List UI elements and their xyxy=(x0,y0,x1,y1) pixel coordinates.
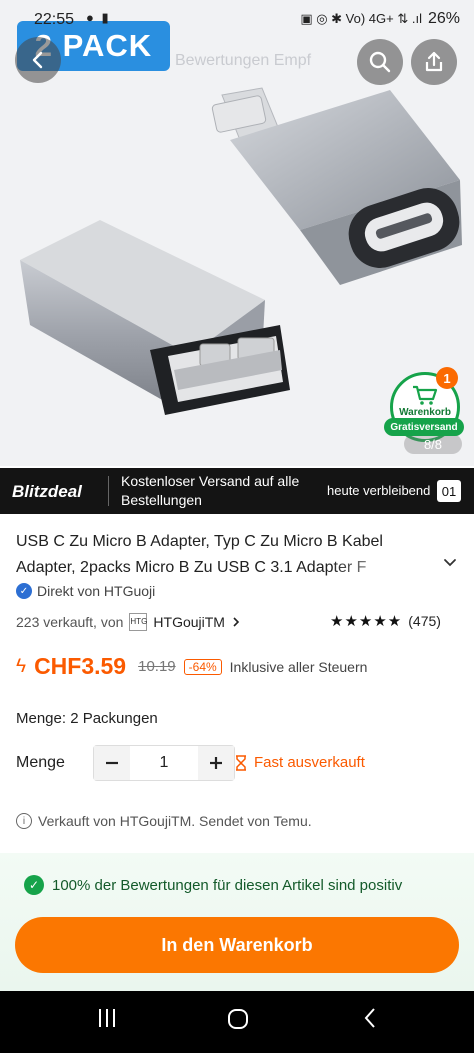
notification-icons: ● ▮ xyxy=(86,10,111,25)
share-button[interactable] xyxy=(411,39,457,85)
home-icon xyxy=(228,1009,248,1029)
almost-sold-out-text: Fast ausverkauft xyxy=(254,754,365,771)
check-circle-icon: ✓ xyxy=(24,875,44,895)
remaining-count: 01 xyxy=(437,480,461,502)
sold-by-text: Verkauft von HTGoujiTM. Sendet von Temu. xyxy=(38,813,312,829)
positive-reviews-note: ✓ 100% der Bewertungen für diesen Artike… xyxy=(24,875,402,895)
banner-divider xyxy=(108,476,109,506)
almost-sold-out-notice: Fast ausverkauft xyxy=(234,754,365,771)
cart-widget-label: Warenkorb xyxy=(399,407,451,418)
adapter-top-right xyxy=(211,87,462,285)
increase-quantity-button[interactable] xyxy=(198,746,234,780)
minus-icon xyxy=(106,761,118,765)
product-image-gallery[interactable]: 22:55 ● ▮ ▣ ◎ ✱ Vo) 4G+ ⇅ .ıl 26% 2 PACK… xyxy=(0,0,474,466)
store-name: HTGoujiTM xyxy=(153,614,225,630)
seller-direct-text: Direkt von HTGuoji xyxy=(37,583,156,599)
share-icon xyxy=(425,51,443,72)
pack-selection[interactable]: Menge: 2 Packungen xyxy=(16,710,158,727)
price-row: ϟ CHF3.59 10.19 -64% Inklusive aller Ste… xyxy=(16,653,367,680)
sold-count: 223 verkauft, von xyxy=(16,614,124,630)
remaining-label: heute verbleibend xyxy=(327,483,431,498)
status-time: 22:55 xyxy=(34,11,75,28)
plus-icon xyxy=(210,757,222,769)
info-icon: i xyxy=(16,813,32,829)
quantity-label: Menge xyxy=(16,754,65,771)
sold-by-store-link[interactable]: 223 verkauft, von HTG HTGoujiTM xyxy=(16,613,241,631)
hourglass-icon xyxy=(236,754,246,771)
quantity-value[interactable]: 1 xyxy=(130,746,198,780)
system-back-button[interactable] xyxy=(362,1007,378,1035)
chevron-down-icon xyxy=(444,559,456,567)
free-shipping-text: Kostenloser Versand auf alle Bestellunge… xyxy=(121,473,300,508)
title-fade xyxy=(330,555,440,581)
quantity-stepper[interactable]: 1 xyxy=(93,745,235,781)
adapter-bottom-left xyxy=(20,220,290,415)
image-counter: 8/8 xyxy=(404,434,462,454)
home-button[interactable] xyxy=(226,1007,250,1037)
cart-count-badge: 1 xyxy=(436,367,458,389)
recents-icon xyxy=(99,1009,115,1027)
android-navigation-bar xyxy=(0,991,474,1053)
rating-summary[interactable]: ★★★★★ (475) xyxy=(330,612,441,630)
current-price: CHF3.59 xyxy=(34,653,127,679)
search-icon xyxy=(369,51,391,73)
fulfillment-info: i Verkauft von HTGoujiTM. Sendet von Tem… xyxy=(16,813,312,829)
status-right-icons: ▣ ◎ ✱ Vo) 4G+ ⇅ .ıl 26% xyxy=(300,10,460,28)
system-status-bar: 22:55 ● ▮ ▣ ◎ ✱ Vo) 4G+ ⇅ .ıl 26% xyxy=(0,0,474,40)
faded-section-tabs: Bewertungen Empf xyxy=(175,52,312,69)
chevron-left-icon xyxy=(32,51,43,69)
seller-direct-line[interactable]: ✓ Direkt von HTGuoji xyxy=(16,583,155,599)
blitzdeal-logo: Blitzdeal xyxy=(12,482,82,501)
positive-reviews-text: 100% der Bewertungen für diesen Artikel … xyxy=(52,876,403,894)
purchase-panel: ✓ 100% der Bewertungen für diesen Artike… xyxy=(0,853,474,991)
recent-apps-button[interactable] xyxy=(96,1007,118,1035)
free-shipping-pill: Gratisversand xyxy=(384,418,464,436)
lightning-deal-banner[interactable]: Blitzdeal Kostenloser Versand auf alle B… xyxy=(0,468,474,514)
lightning-icon: ϟ xyxy=(16,655,27,677)
discount-badge: -64% xyxy=(183,658,222,675)
chevron-right-icon xyxy=(233,617,240,627)
expand-title-button[interactable] xyxy=(443,555,457,574)
search-button[interactable] xyxy=(357,39,403,85)
cart-icon xyxy=(413,385,438,405)
signal-icons: ▣ ◎ ✱ Vo) 4G+ ⇅ .ıl xyxy=(300,11,422,26)
back-button[interactable] xyxy=(15,37,61,83)
rating-stars-icon: ★★★★★ xyxy=(330,613,403,630)
quantity-row: Menge 1 Fast ausverkauft xyxy=(16,745,458,783)
decrease-quantity-button[interactable] xyxy=(94,746,130,780)
tax-note: Inklusive aller Steuern xyxy=(229,658,368,675)
review-count: (475) xyxy=(408,613,441,629)
store-logo-icon: HTG xyxy=(129,613,148,631)
add-to-cart-button[interactable]: In den Warenkorb xyxy=(15,917,459,973)
battery-percent: 26% xyxy=(427,10,460,27)
verified-check-icon: ✓ xyxy=(16,583,32,599)
original-price: 10.19 xyxy=(138,658,176,675)
back-arrow-icon xyxy=(364,1008,375,1028)
